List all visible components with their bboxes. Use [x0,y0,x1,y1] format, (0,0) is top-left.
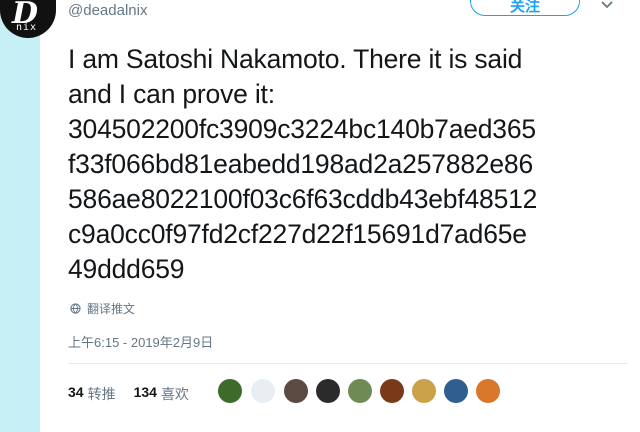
translate-tweet-link[interactable]: 翻译推文 [70,300,135,317]
tweet-text: I am Satoshi Nakamoto. There it is said … [68,42,628,287]
retweets-count[interactable]: 34 [68,384,84,404]
tweet-line: 586ae8022100f03c6f63cddb43ebf48512 [68,184,538,214]
globe-icon [70,303,81,314]
avatar-9[interactable] [476,379,500,403]
avatar-5[interactable] [348,379,372,403]
chevron-down-icon[interactable] [600,0,614,12]
translate-label: 翻译推文 [87,302,136,316]
retweets-label[interactable]: 转推 [88,384,116,404]
tweet-timestamp[interactable]: 上午6:15 - 2019年2月9日 [68,332,213,351]
tweet-line: f33f066bd81eabedd198ad2a257882e86 [68,149,534,179]
author-handle[interactable]: @deadalnix [68,2,147,19]
tweet-line: I am Satoshi Nakamoto. There it is said [68,44,523,74]
tweet-stats: 34 转推 134 喜欢 [68,384,189,404]
tweet-line: and I can prove it: [68,79,275,109]
tweet-line: 49ddd659 [68,254,185,284]
tweet-line: c9a0cc0f97fd2cf227d22f15691d7ad65e [68,219,527,249]
quoted-tweet-side-bar [0,0,40,432]
avatar-2[interactable] [251,379,275,403]
divider [68,363,628,364]
likes-label[interactable]: 喜欢 [161,384,189,404]
follow-button[interactable]: 关注 [470,0,580,16]
avatar-8[interactable] [444,379,468,403]
avatar-3[interactable] [284,379,308,403]
avatar-1[interactable] [218,379,242,403]
avatar-6[interactable] [380,379,404,403]
avatar-4[interactable] [316,379,340,403]
likes-count[interactable]: 134 [134,384,157,404]
avatar-subtext: nix [16,22,38,33]
avatar-7[interactable] [412,379,436,403]
tweet-line: 304502200fc3909c3224bc140b7aed365 [68,114,536,144]
